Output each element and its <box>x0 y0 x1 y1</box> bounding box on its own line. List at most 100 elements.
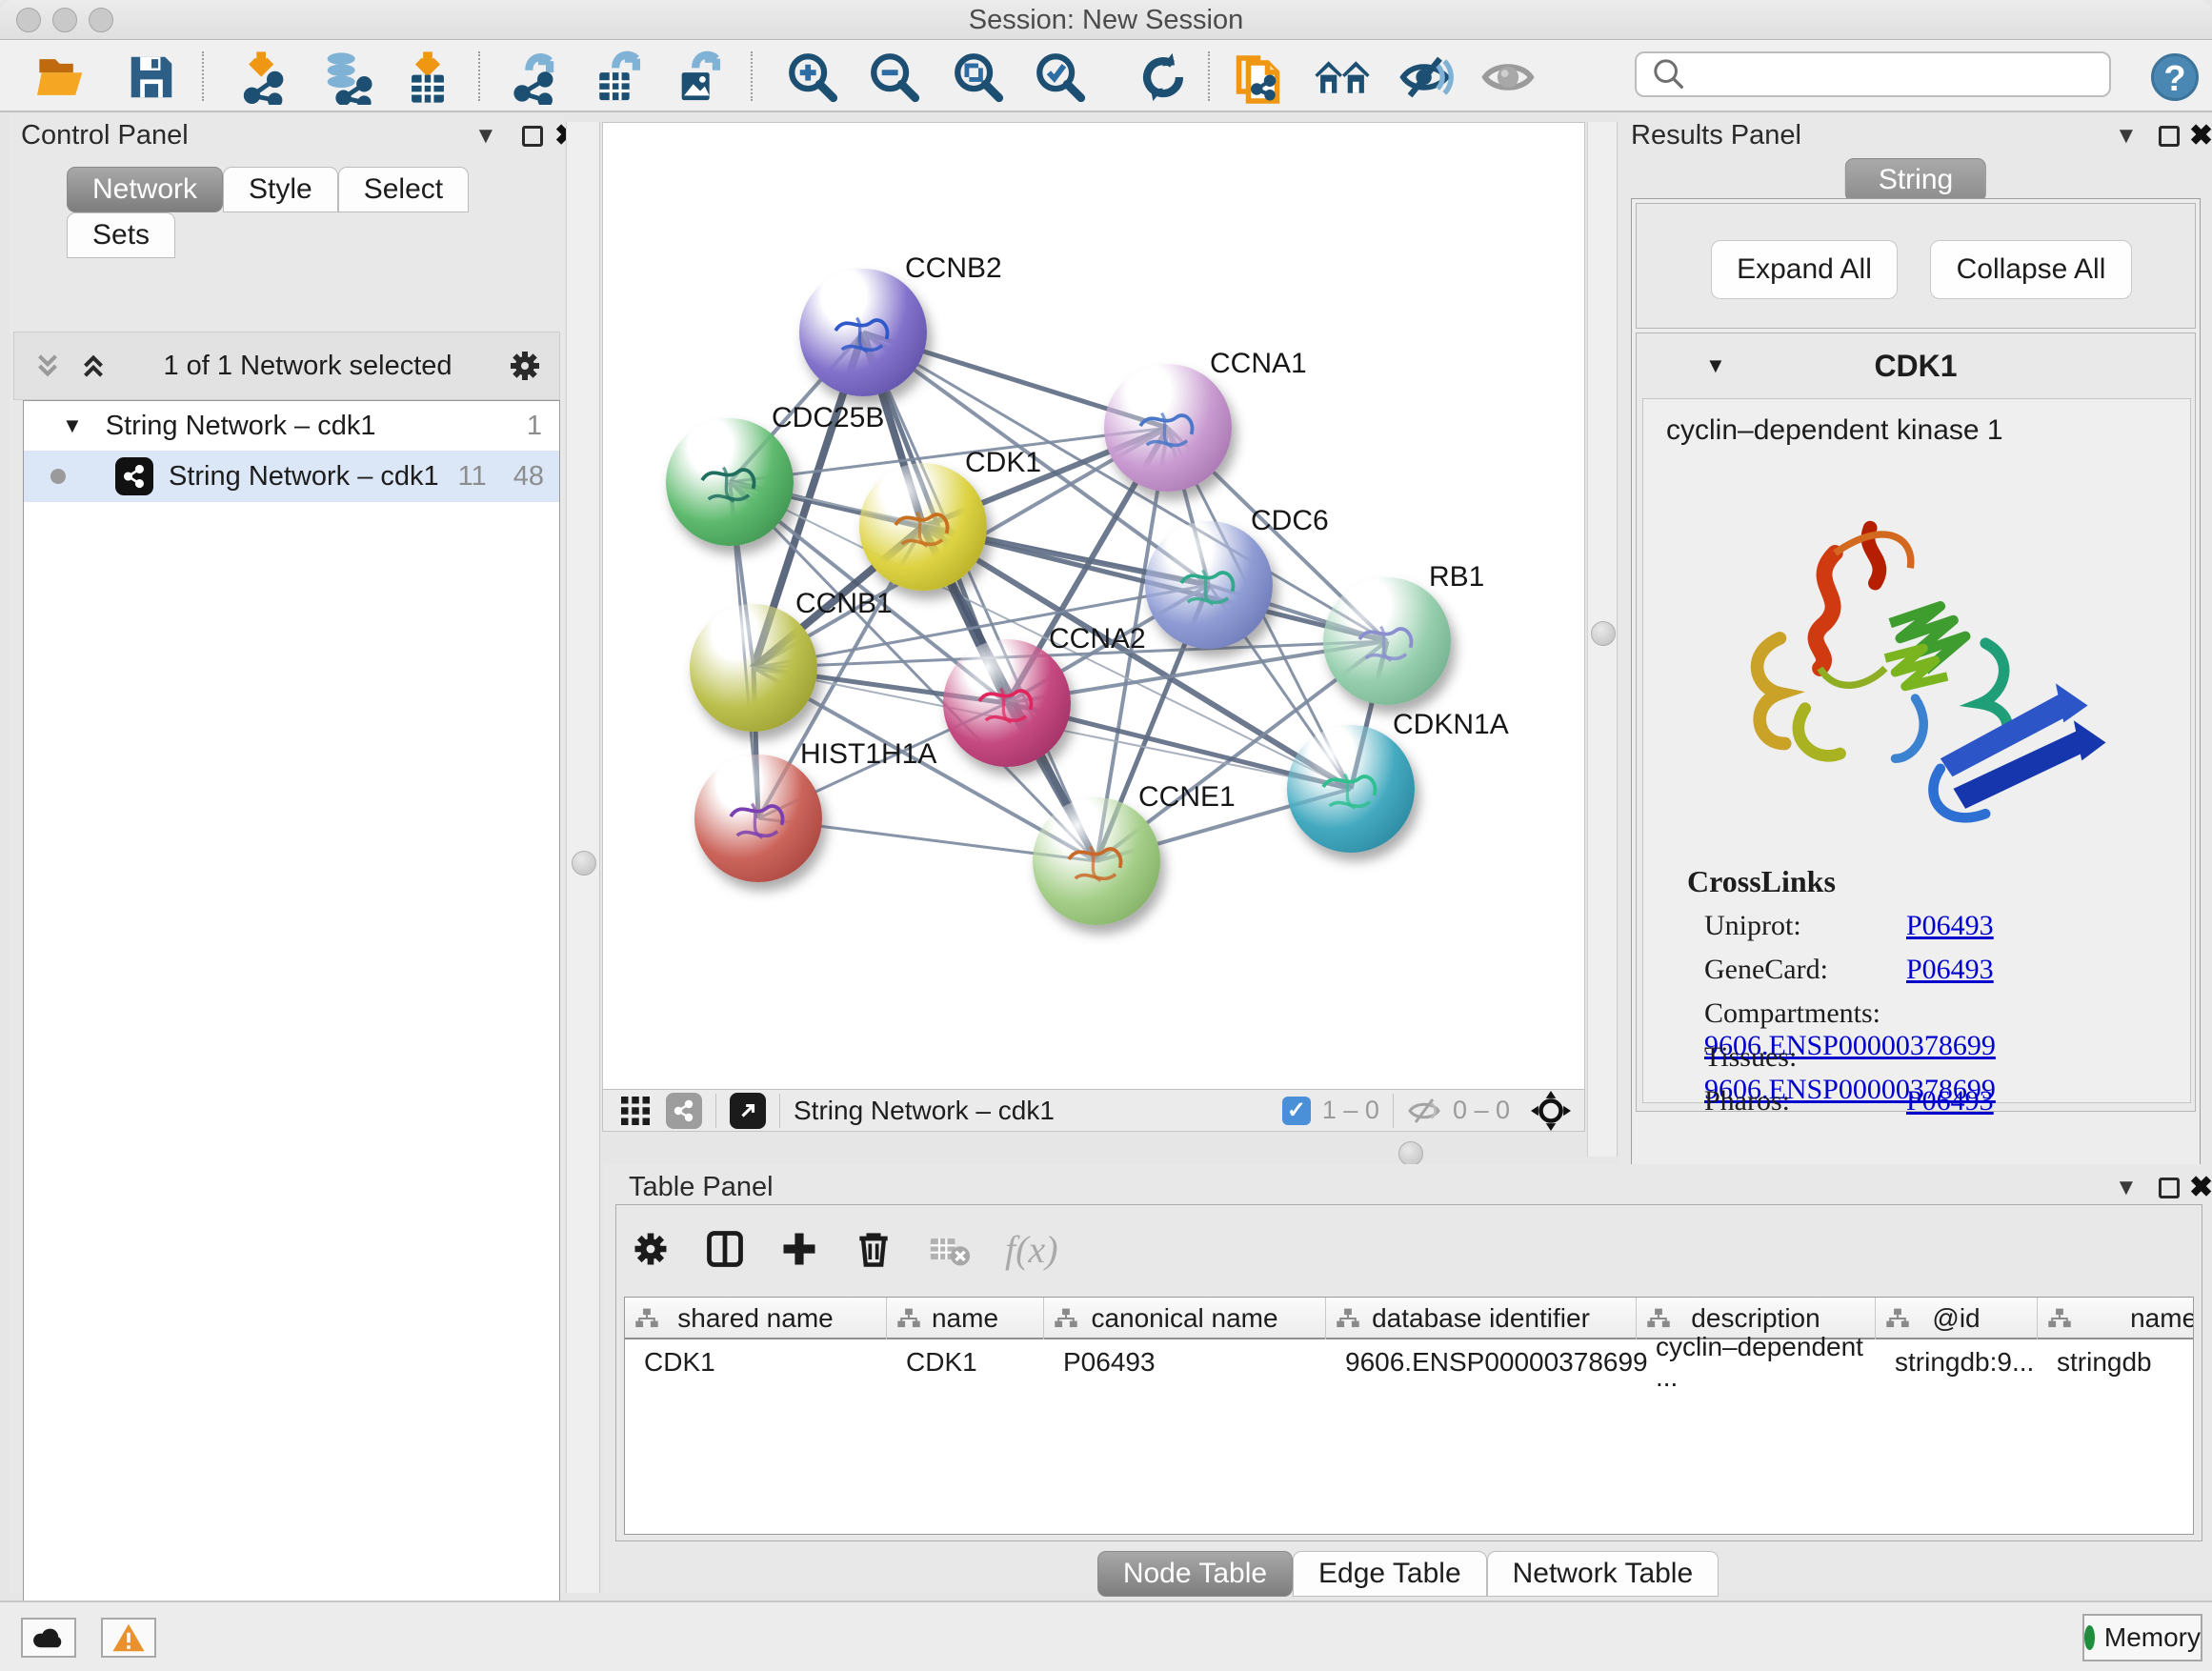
network-node-ccna1[interactable] <box>1104 364 1232 492</box>
table-row[interactable]: CDK1CDK1P064939606.ENSP00000378699cyclin… <box>625 1341 2194 1383</box>
birds-eye-grid-icon[interactable] <box>618 1094 653 1128</box>
column-header-namespace[interactable]: namespace <box>2038 1298 2194 1339</box>
splitter-handle[interactable] <box>572 851 596 876</box>
column-header-shared-name[interactable]: shared name <box>625 1298 887 1339</box>
tree-expand-caret[interactable]: ▼ <box>62 413 83 438</box>
search-input[interactable] <box>1696 55 2109 93</box>
network-node-ccnb2[interactable] <box>799 269 927 396</box>
table-cell[interactable]: CDK1 <box>625 1341 887 1383</box>
table-cell[interactable]: 9606.ENSP00000378699 <box>1326 1341 1637 1383</box>
network-collection-row[interactable]: ▼ String Network – cdk1 1 <box>24 401 559 451</box>
network-node-ccne1[interactable] <box>1033 797 1160 925</box>
table-cell[interactable]: cyclin–dependent ... <box>1637 1341 1876 1383</box>
tab-sets[interactable]: Sets <box>67 212 175 258</box>
gear-icon[interactable] <box>506 347 544 385</box>
column-header-database-identifier[interactable]: database identifier <box>1326 1298 1637 1339</box>
network-node-hist1h1a[interactable] <box>694 755 822 882</box>
import-table-file-icon[interactable] <box>398 50 457 105</box>
import-network-file-icon[interactable] <box>236 50 295 105</box>
hidden-eye-icon[interactable] <box>1407 1097 1441 1125</box>
delete-column-icon[interactable] <box>853 1228 895 1270</box>
zoom-in-icon[interactable] <box>783 50 842 105</box>
network-node-rb1[interactable] <box>1323 577 1451 705</box>
zoom-out-icon[interactable] <box>865 50 924 105</box>
show-columns-icon[interactable] <box>704 1228 746 1270</box>
tab-string[interactable]: String <box>1845 158 1986 202</box>
string-view-icon[interactable] <box>666 1093 702 1129</box>
import-network-database-icon[interactable] <box>316 50 375 105</box>
expand-all-button[interactable]: Expand All <box>1711 240 1898 299</box>
table-cell[interactable]: stringdb:9... <box>1876 1341 2038 1383</box>
zoom-selected-icon[interactable] <box>1031 50 1090 105</box>
tab-node-table[interactable]: Node Table <box>1097 1551 1293 1597</box>
network-row-selected[interactable]: String Network – cdk1 11 48 <box>24 451 559 502</box>
open-session-icon[interactable] <box>32 50 91 105</box>
open-in-window-icon[interactable] <box>730 1093 766 1129</box>
left-splitter[interactable] <box>566 122 600 1593</box>
protein-thumbnail <box>689 450 771 524</box>
control-panel-float-button[interactable] <box>522 126 543 147</box>
tab-edge-table[interactable]: Edge Table <box>1293 1551 1487 1597</box>
cloud-button[interactable] <box>21 1618 76 1658</box>
column-header-canonical-name[interactable]: canonical name <box>1044 1298 1326 1339</box>
table-panel-float-button[interactable] <box>2159 1178 2180 1198</box>
table-cell[interactable]: P06493 <box>1044 1341 1326 1383</box>
control-panel-menu-caret[interactable]: ▼ <box>474 123 497 150</box>
crosslink-link[interactable]: P06493 <box>1906 954 1994 985</box>
add-column-icon[interactable] <box>778 1228 820 1270</box>
collapse-all-chevrons-icon[interactable] <box>31 350 64 382</box>
table-panel-close-button[interactable]: ✖ <box>2189 1171 2212 1204</box>
column-header--id[interactable]: @id <box>1876 1298 2038 1339</box>
export-table-icon[interactable] <box>591 50 650 105</box>
protein-thumbnail <box>1310 756 1392 831</box>
save-session-icon[interactable] <box>122 50 181 105</box>
refresh-icon[interactable] <box>1134 50 1193 105</box>
zoom-fit-icon[interactable] <box>949 50 1008 105</box>
column-header-name[interactable]: name <box>887 1298 1044 1339</box>
clone-network-icon[interactable] <box>1231 50 1290 105</box>
network-view[interactable]: CCNB2 CCNA1 CDC25B CDK1 CDC6 RB1CCNB1 <box>602 122 1585 1132</box>
tab-select[interactable]: Select <box>338 167 469 212</box>
table-panel-menu-caret[interactable]: ▼ <box>2115 1175 2138 1201</box>
network-node-cdc25b[interactable] <box>666 418 794 546</box>
table-toolbar: f(x) <box>630 1218 1058 1279</box>
network-node-ccna2[interactable] <box>943 639 1071 767</box>
tab-network[interactable]: Network <box>67 167 223 212</box>
results-panel-close-button[interactable]: ✖ <box>2189 119 2212 152</box>
node-table[interactable]: shared namenamecanonical namedatabase id… <box>624 1297 2194 1535</box>
network-node-ccnb1[interactable] <box>690 604 817 732</box>
houses-icon[interactable] <box>1313 50 1372 105</box>
show-all-eye-icon[interactable] <box>1478 50 1538 105</box>
memory-button[interactable]: Memory <box>2082 1614 2202 1661</box>
help-button[interactable]: ? <box>2151 53 2199 101</box>
section-collapse-caret[interactable]: ▼ <box>1705 353 1726 378</box>
expand-all-chevrons-icon[interactable] <box>77 350 110 382</box>
table-gear-icon[interactable] <box>630 1228 672 1270</box>
right-splitter[interactable] <box>1587 122 1618 1157</box>
results-panel-float-button[interactable] <box>2159 126 2180 147</box>
network-graph[interactable]: CCNB2 CCNA1 CDC25B CDK1 CDC6 RB1CCNB1 <box>603 123 1584 1089</box>
gene-section-header[interactable]: ▼ CDK1 <box>1637 333 2195 398</box>
attribute-type-icon <box>2047 1306 2072 1331</box>
collapse-all-button[interactable]: Collapse All <box>1930 240 2132 299</box>
crosslink-link[interactable]: P06493 <box>1906 1085 1994 1117</box>
network-node-cdkn1a[interactable] <box>1287 725 1415 853</box>
splitter-handle[interactable] <box>1591 621 1616 646</box>
export-network-icon[interactable] <box>509 50 568 105</box>
string-results-container: Expand All Collapse All ▼ CDK1 cyclin–de… <box>1631 198 2201 1219</box>
fit-content-crosshair-icon[interactable] <box>1531 1091 1571 1131</box>
table-cell[interactable]: stringdb <box>2038 1341 2194 1383</box>
hide-selected-eye-icon[interactable] <box>1397 50 1456 105</box>
export-image-icon[interactable] <box>671 50 730 105</box>
tab-network-table[interactable]: Network Table <box>1487 1551 1719 1597</box>
table-cell[interactable]: CDK1 <box>887 1341 1044 1383</box>
results-panel-menu-caret[interactable]: ▼ <box>2115 123 2138 150</box>
horizontal-splitter-handle[interactable] <box>1398 1141 1423 1166</box>
network-node-cdc6[interactable] <box>1145 521 1273 649</box>
selected-checkbox-icon[interactable]: ✓ <box>1282 1097 1311 1125</box>
warning-button[interactable] <box>101 1618 156 1658</box>
crosslink-link[interactable]: P06493 <box>1906 910 1994 941</box>
function-builder-icon-disabled: f(x) <box>1005 1227 1058 1272</box>
tab-style[interactable]: Style <box>223 167 338 212</box>
network-node-cdk1[interactable] <box>859 463 987 591</box>
